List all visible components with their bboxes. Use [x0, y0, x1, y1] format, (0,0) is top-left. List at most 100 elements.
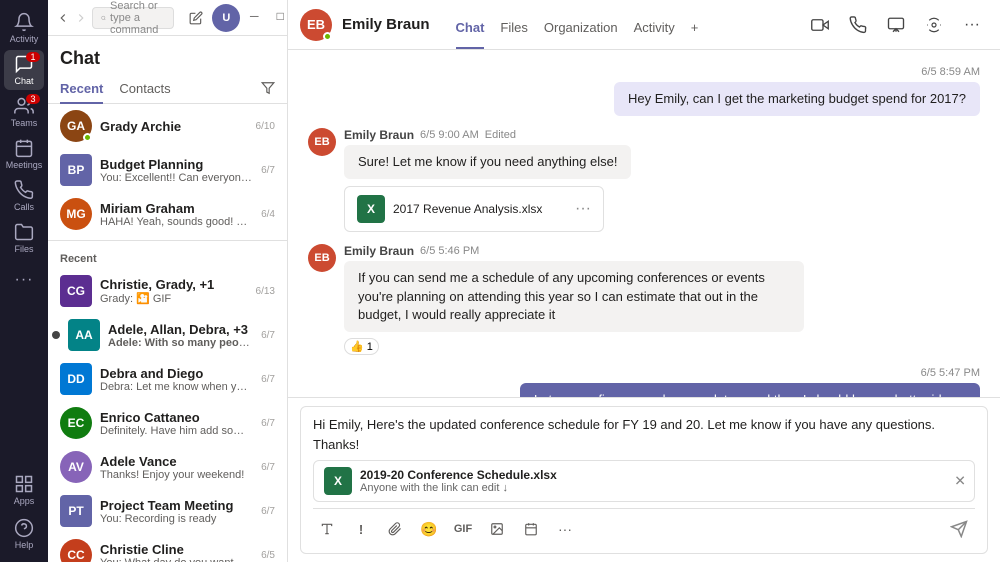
- schedule-button[interactable]: [517, 515, 545, 543]
- message-time: 6/5 5:46 PM: [420, 245, 479, 257]
- attach-button[interactable]: [381, 515, 409, 543]
- edit-icon[interactable]: [182, 4, 210, 32]
- compose-text[interactable]: Hi Emily, Here's the updated conference …: [313, 415, 975, 454]
- sidebar-item-teams[interactable]: Teams 3: [4, 92, 44, 132]
- messages-area: 6/5 8:59 AM Hey Emily, can I get the mar…: [288, 50, 1000, 397]
- attachment-name: 2019-20 Conference Schedule.xlsx: [360, 468, 557, 482]
- audio-call-button[interactable]: [842, 9, 874, 41]
- compose-attachment: X 2019-20 Conference Schedule.xlsx Anyon…: [313, 460, 975, 502]
- main-chat-area: EB Emily Braun Chat Files Organization A…: [288, 0, 1000, 562]
- search-bar[interactable]: Search or type a command: [92, 7, 174, 29]
- edited-label: Edited: [485, 129, 516, 141]
- avatar: CG: [60, 275, 92, 307]
- chat-item-grady-archie[interactable]: GA Grady Archie 6/10: [48, 104, 287, 148]
- format-button[interactable]: [313, 515, 341, 543]
- chat-item-adele-vance[interactable]: AV Adele Vance Thanks! Enjoy your weeken…: [48, 445, 287, 489]
- avatar: PT: [60, 495, 92, 527]
- sidebar-item-activity[interactable]: Activity: [4, 8, 44, 48]
- avatar: BP: [60, 154, 92, 186]
- chat-title: Chat: [60, 48, 100, 69]
- tab-chat[interactable]: Chat: [456, 20, 485, 49]
- chat-header: EB Emily Braun Chat Files Organization A…: [288, 0, 1000, 50]
- more-toolbar-button[interactable]: ···: [551, 515, 579, 543]
- compose-toolbar: ! 😊 GIF ···: [313, 508, 975, 545]
- chat-list-header: Chat: [48, 36, 287, 75]
- avatar: DD: [60, 363, 92, 395]
- tab-recent[interactable]: Recent: [60, 75, 103, 104]
- message-avatar: EB: [308, 244, 336, 272]
- minimize-button[interactable]: ─: [242, 4, 266, 28]
- avatar: CC: [60, 539, 92, 562]
- file-name: 2017 Revenue Analysis.xlsx: [393, 202, 567, 216]
- sidebar-item-files[interactable]: Files: [4, 218, 44, 258]
- urgent-button[interactable]: !: [347, 515, 375, 543]
- unread-indicator: [52, 331, 60, 339]
- chat-item-miriam-graham[interactable]: MG Miriam Graham HAHA! Yeah, sounds good…: [48, 192, 287, 236]
- chat-item-christie-cline[interactable]: CC Christie Cline You: What day do you w…: [48, 533, 287, 562]
- tab-activity[interactable]: Activity: [634, 20, 675, 49]
- tab-contacts[interactable]: Contacts: [119, 75, 170, 104]
- message-group-2: EB Emily Braun 6/5 9:00 AM Edited Sure! …: [308, 128, 980, 232]
- message-bubble: Hey Emily, can I get the marketing budge…: [614, 82, 980, 116]
- chat-list-body: GA Grady Archie 6/10 BP Budget Planning …: [48, 104, 287, 562]
- chat-item-project-team[interactable]: PT Project Team Meeting You: Recording i…: [48, 489, 287, 533]
- message-group-4: 6/5 5:47 PM Let me confirm a couple more…: [308, 367, 980, 397]
- chat-item-adele-allan[interactable]: AA Adele, Allan, Debra, +3 Adele: With s…: [48, 313, 287, 357]
- back-button[interactable]: [56, 4, 70, 32]
- message-group-3: EB Emily Braun 6/5 5:46 PM If you can se…: [308, 244, 980, 355]
- sidebar-item-meetings[interactable]: Meetings: [4, 134, 44, 174]
- sidebar-item-calls[interactable]: Calls: [4, 176, 44, 216]
- filter-icon[interactable]: [261, 81, 275, 98]
- tab-add[interactable]: +: [691, 20, 699, 49]
- message-bubble: Sure! Let me know if you need anything e…: [344, 145, 631, 179]
- forward-button[interactable]: [74, 4, 88, 32]
- chat-item-enrico-cattaneo[interactable]: EC Enrico Cattaneo Definitely. Have him …: [48, 401, 287, 445]
- tab-organization[interactable]: Organization: [544, 20, 618, 49]
- avatar: MG: [60, 198, 92, 230]
- avatar: AA: [68, 319, 100, 351]
- contact-name: Emily Braun: [342, 16, 430, 33]
- emoji-button[interactable]: 😊: [415, 515, 443, 543]
- message-bubble: If you can send me a schedule of any upc…: [344, 261, 804, 332]
- xlsx-icon: X: [357, 195, 385, 223]
- attachment-xlsx-icon: X: [324, 467, 352, 495]
- video-call-button[interactable]: [804, 9, 836, 41]
- message-time: 6/5 8:59 AM: [921, 66, 980, 78]
- chat-list-tabs: Recent Contacts: [48, 75, 287, 104]
- sidebar: Activity Chat 1 Teams 3 Meetings Calls F…: [0, 0, 48, 562]
- search-placeholder: Search or type a command: [110, 0, 165, 36]
- gif-button[interactable]: GIF: [449, 515, 477, 543]
- chat-item-christie-grady[interactable]: CG Christie, Grady, +1 Grady: 🎦 GIF 6/13: [48, 269, 287, 313]
- sidebar-item-help[interactable]: Help: [4, 514, 44, 554]
- sticker-button[interactable]: [483, 515, 511, 543]
- message-time: 6/5 9:00 AM: [420, 129, 479, 141]
- chat-badge: 1: [26, 52, 40, 62]
- compose-area: Hi Emily, Here's the updated conference …: [288, 397, 1000, 562]
- file-attachment-xlsx[interactable]: X 2017 Revenue Analysis.xlsx ···: [344, 186, 604, 232]
- message-bubble: Let me confirm a couple more dates, and …: [520, 383, 980, 397]
- user-avatar[interactable]: U: [212, 4, 240, 32]
- settings-button[interactable]: [918, 9, 950, 41]
- tab-files[interactable]: Files: [500, 20, 527, 49]
- sidebar-item-chat[interactable]: Chat 1: [4, 50, 44, 90]
- message-sender: Emily Braun: [344, 128, 414, 142]
- avatar: EC: [60, 407, 92, 439]
- sidebar-item-more[interactable]: ···: [4, 260, 44, 300]
- attachment-close-button[interactable]: ✕: [954, 473, 966, 490]
- chat-header-actions: ···: [804, 9, 988, 41]
- send-button[interactable]: [943, 513, 975, 545]
- chat-item-debra-diego[interactable]: DD Debra and Diego Debra: Let me know wh…: [48, 357, 287, 401]
- teams-badge: 3: [26, 94, 40, 104]
- reaction-badge[interactable]: 👍 1: [344, 338, 379, 355]
- section-recent-label: Recent: [48, 245, 287, 269]
- message-time: 6/5 5:47 PM: [921, 367, 980, 379]
- message-avatar: EB: [308, 128, 336, 156]
- message-sender: Emily Braun: [344, 244, 414, 258]
- chat-list-panel: Search or type a command U ─ □ ✕ Chat Re…: [48, 0, 288, 562]
- screen-share-button[interactable]: [880, 9, 912, 41]
- sidebar-item-apps[interactable]: Apps: [4, 470, 44, 510]
- file-more-button[interactable]: ···: [575, 200, 591, 218]
- contact-avatar: EB: [300, 9, 332, 41]
- chat-item-budget-planning[interactable]: BP Budget Planning You: Excellent!! Can …: [48, 148, 287, 192]
- more-button[interactable]: ···: [956, 9, 988, 41]
